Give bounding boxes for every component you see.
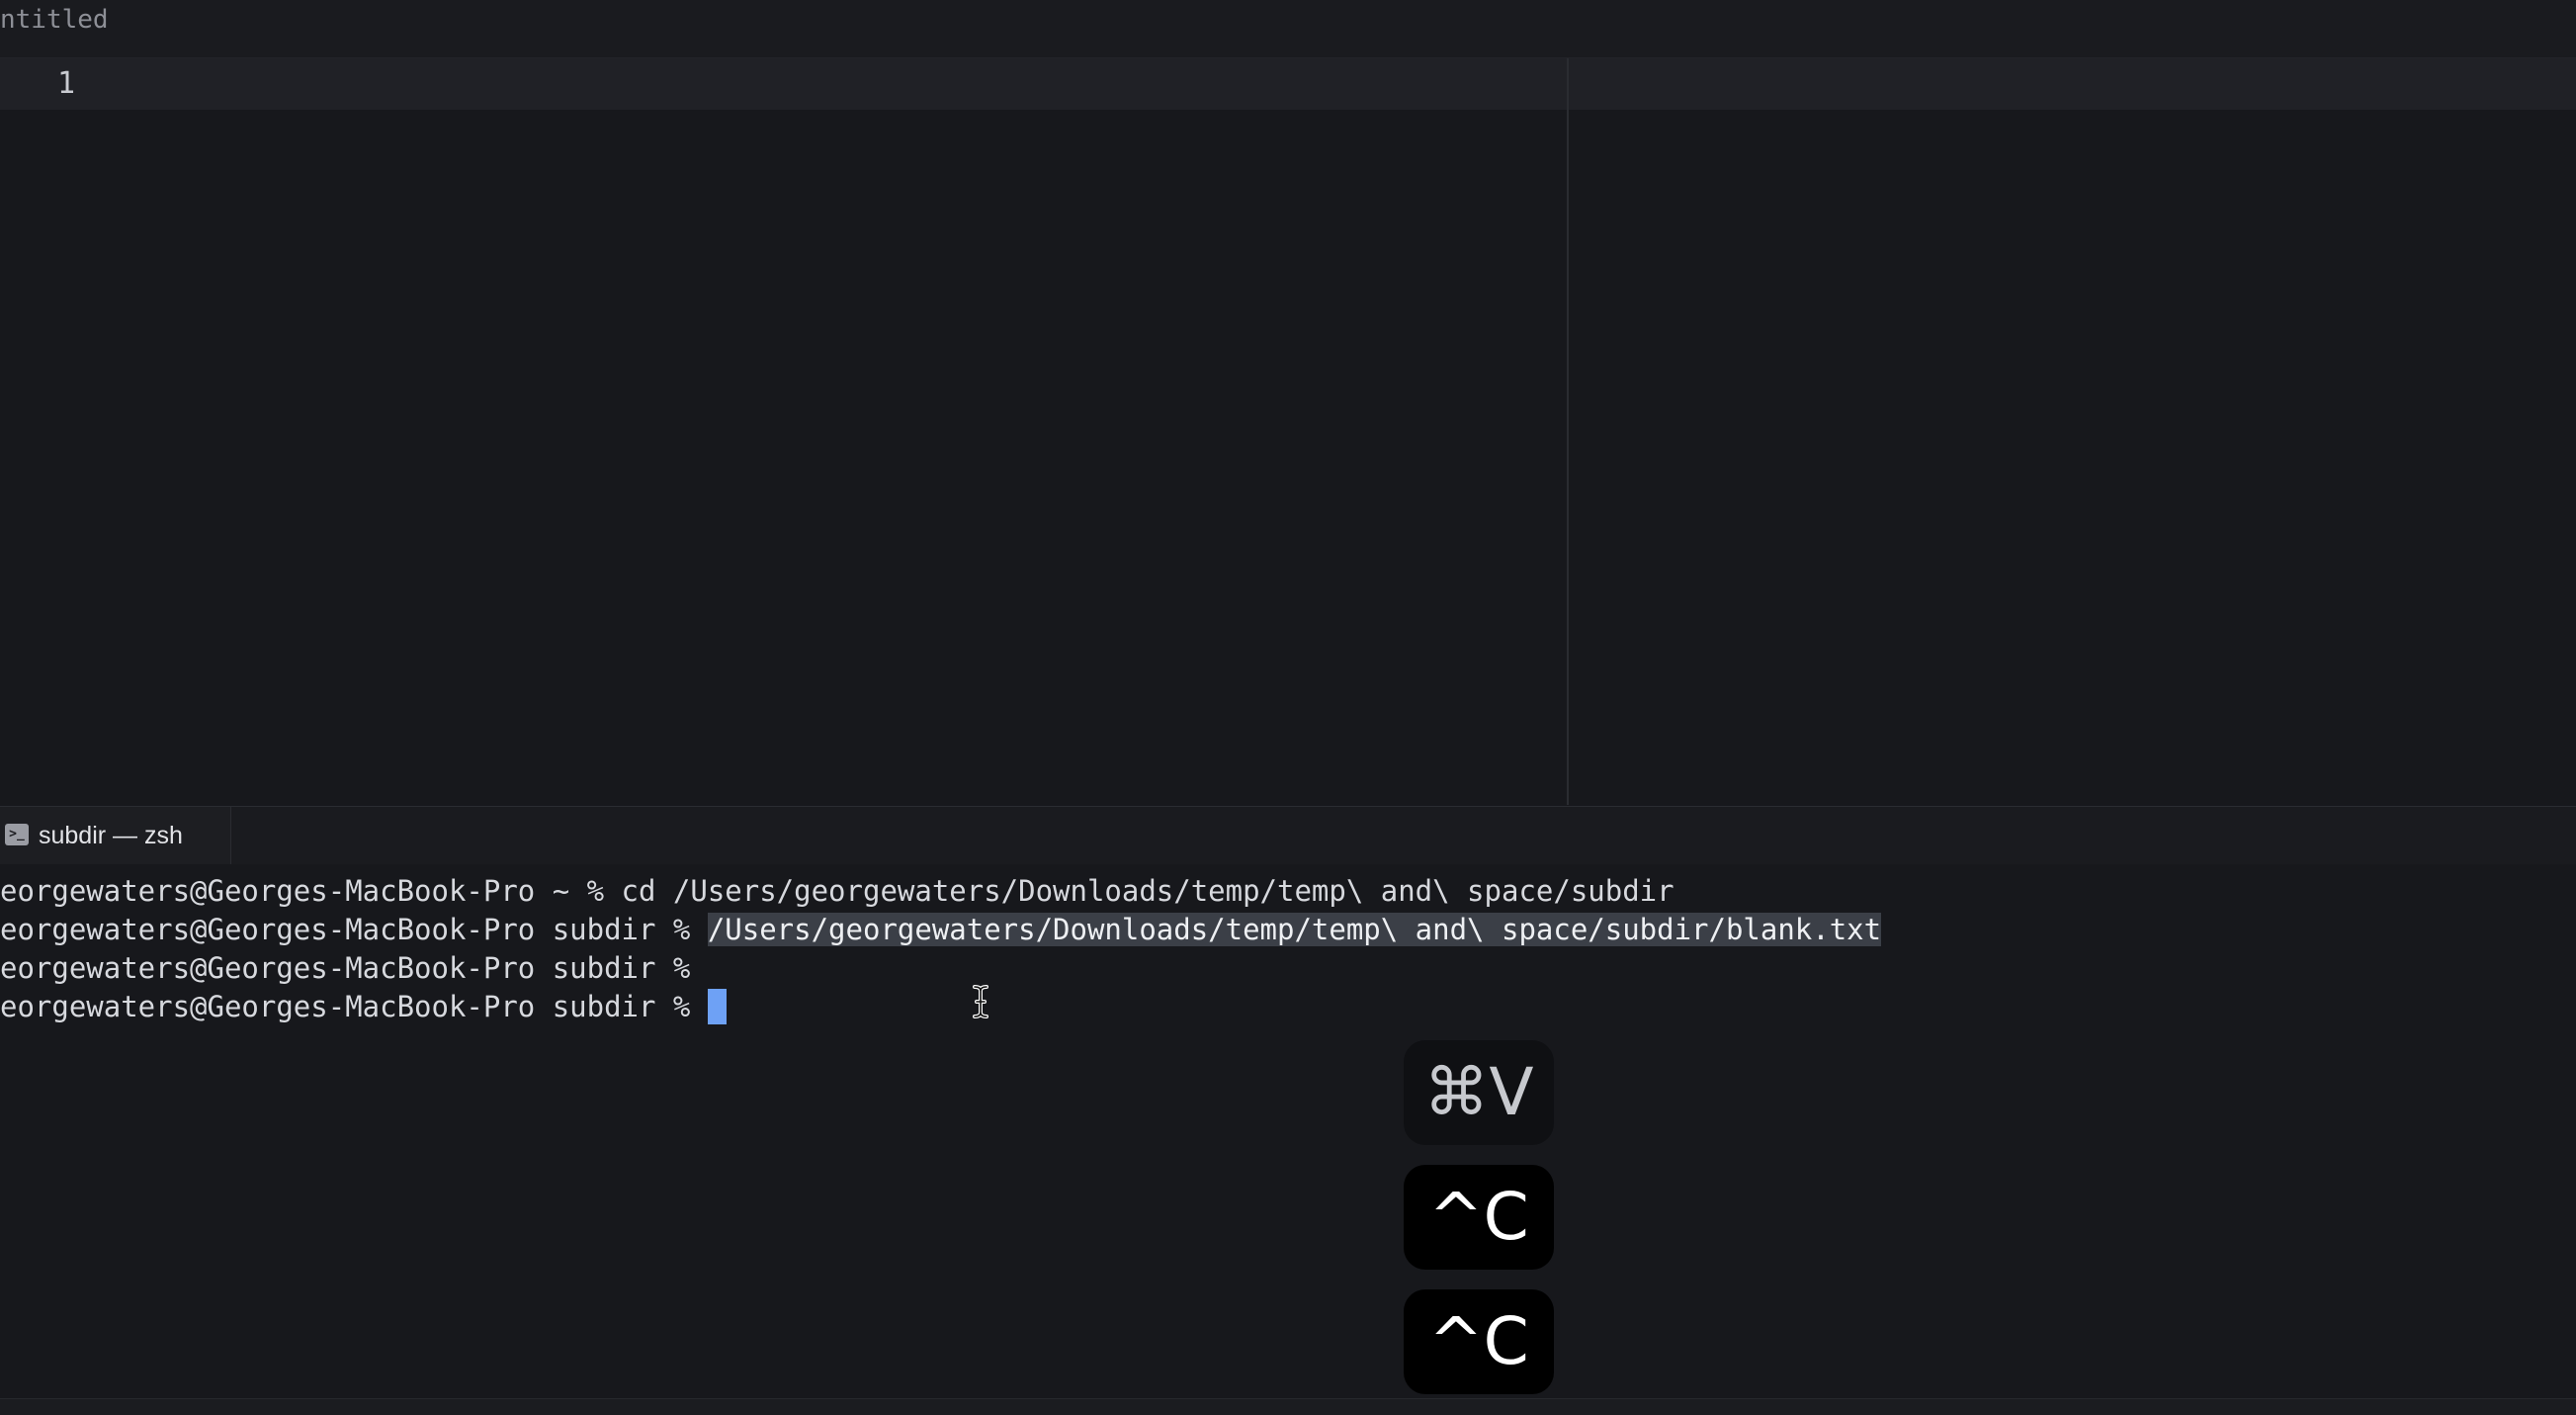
editor-area: 1 xyxy=(0,58,2576,805)
active-line-highlight xyxy=(1569,58,2576,110)
editor-tab-bar: ntitled xyxy=(0,0,2576,58)
terminal-line: eorgewaters@Georges-MacBook-Pro subdir %… xyxy=(0,911,1882,948)
selected-text[interactable]: /Users/georgewaters/Downloads/temp/temp\… xyxy=(707,913,1882,946)
terminal-prompt: eorgewaters@Georges-MacBook-Pro subdir % xyxy=(0,990,708,1023)
editor-pane-right[interactable] xyxy=(1569,58,2576,805)
status-bar xyxy=(0,1398,2576,1415)
terminal-command: cd /Users/georgewaters/Downloads/temp/te… xyxy=(621,874,1674,908)
terminal-output[interactable]: eorgewaters@Georges-MacBook-Pro ~ % cd /… xyxy=(0,864,2576,1398)
terminal-tab-subdir-zsh[interactable]: >_ subdir — zsh xyxy=(0,807,231,864)
terminal-line: eorgewaters@Georges-MacBook-Pro ~ % cd /… xyxy=(0,872,1674,910)
terminal-tab-label: subdir — zsh xyxy=(39,822,183,849)
terminal-prompt: eorgewaters@Georges-MacBook-Pro ~ % xyxy=(0,874,622,908)
keystroke-badge-ctrl-c: ^C xyxy=(1404,1289,1554,1394)
terminal-cursor xyxy=(707,989,727,1024)
terminal-icon: >_ xyxy=(5,824,29,845)
terminal-line: eorgewaters@Georges-MacBook-Pro subdir % xyxy=(0,988,727,1025)
terminal-line: eorgewaters@Georges-MacBook-Pro subdir % xyxy=(0,949,708,987)
active-line-highlight xyxy=(0,58,1567,110)
app-window: ntitled 1 >_ subdir — zsh eorgewaters@Ge… xyxy=(0,0,2576,1415)
keystroke-badge-ctrl-c: ^C xyxy=(1404,1165,1554,1270)
terminal-prompt: eorgewaters@Georges-MacBook-Pro subdir % xyxy=(0,951,708,985)
editor-pane-left[interactable]: 1 xyxy=(0,58,1567,805)
line-number: 1 xyxy=(57,66,76,101)
terminal-prompt: eorgewaters@Georges-MacBook-Pro subdir % xyxy=(0,913,708,946)
ibeam-cursor-icon xyxy=(973,985,988,1018)
terminal-tab-bar: >_ subdir — zsh xyxy=(0,806,2576,865)
keystroke-badge-cmd-v: ⌘V xyxy=(1404,1040,1554,1145)
editor-tab-untitled[interactable]: ntitled xyxy=(0,2,109,38)
